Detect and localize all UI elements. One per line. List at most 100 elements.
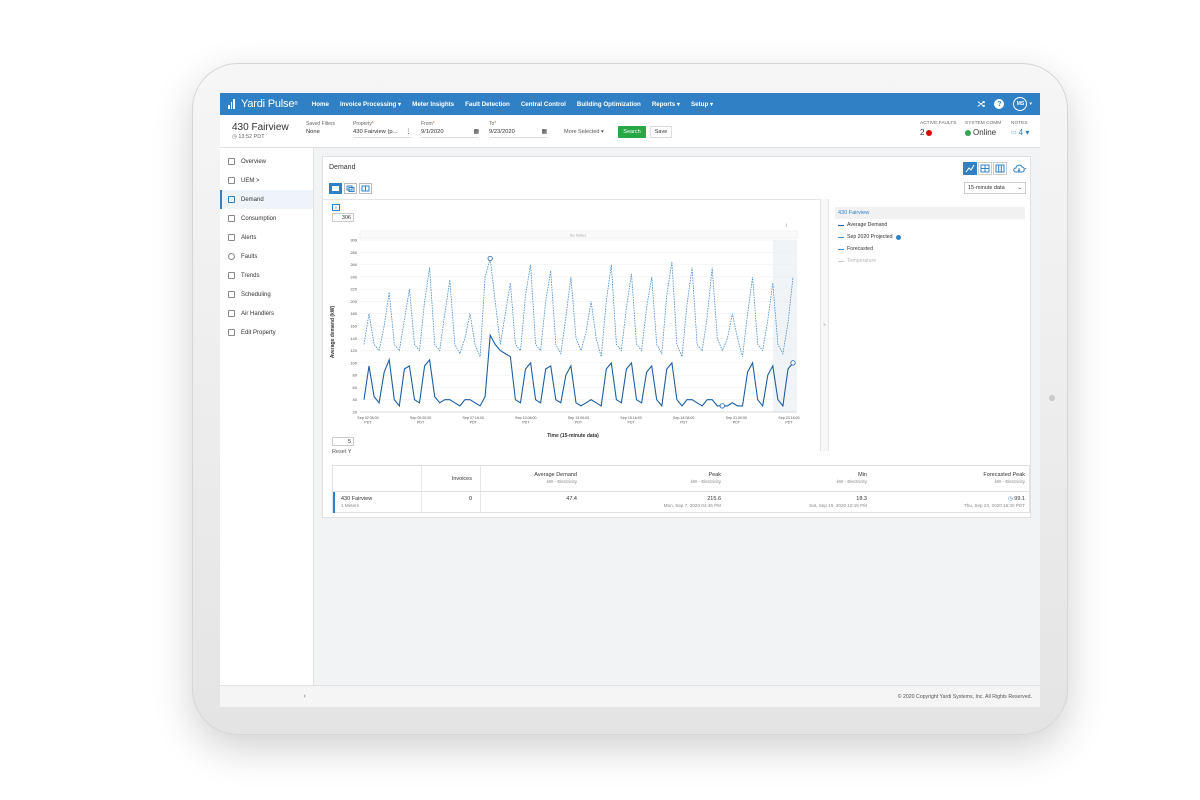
from-date-value: 9/1/2020: [421, 129, 444, 135]
line-chart-toggle[interactable]: [963, 162, 977, 175]
nav-item-reports[interactable]: Reports ▾: [652, 101, 680, 108]
row-meter-count: 1 Meters: [341, 503, 359, 508]
y-tick-label: 100: [350, 360, 357, 365]
legend-header: 430 Fairview: [835, 207, 1025, 219]
table-view-toggle[interactable]: [993, 162, 1007, 175]
shuffle-icon[interactable]: [977, 100, 986, 108]
saved-filters[interactable]: Saved Filters None: [306, 121, 346, 137]
overview-icon: [228, 158, 235, 165]
sidebar-item-air-handlers[interactable]: Air Handlers: [220, 304, 313, 323]
search-button[interactable]: Search: [618, 126, 646, 138]
active-faults[interactable]: ACTIVE FAULTS 2: [920, 121, 956, 137]
column-label: Forecasted Peak: [983, 472, 1025, 478]
grid-view-toggle[interactable]: [978, 162, 992, 175]
y-tick-label: 140: [350, 336, 357, 341]
legend-item-average-demand[interactable]: Average Demand: [835, 219, 1025, 231]
row-invoices: 0: [468, 496, 472, 502]
note-icon: ▭: [1011, 130, 1017, 136]
sidebar-item-overview[interactable]: Overview: [220, 152, 313, 171]
chart-area: Y 306 20 40 60 80 100 120 140 160 180 200 220 240 26…: [323, 199, 821, 451]
reset-y-button[interactable]: Reset Y: [332, 449, 351, 455]
sidebar-item-demand[interactable]: Demand: [220, 190, 313, 209]
nav-item-building-optimization[interactable]: Building Optimization: [577, 101, 641, 108]
property-select[interactable]: Property* 430 Fairview (p... ⋮: [353, 121, 411, 138]
sidebar-collapse-button[interactable]: ‹: [220, 685, 314, 707]
nav-item-meter-insights[interactable]: Meter Insights: [412, 101, 454, 108]
y-tick-label: 300: [350, 238, 357, 243]
x-tick-sub-label: PDT: [364, 421, 372, 425]
series-marker-end[interactable]: [790, 360, 796, 366]
sidebar-item-faults[interactable]: Faults: [220, 247, 313, 266]
legend-label: Average Demand: [847, 222, 888, 228]
x-tick-label: Sep 10 08:00: [515, 416, 536, 420]
x-tick-label: Sep 13 00:00: [568, 416, 589, 420]
sidebar-item-scheduling[interactable]: Scheduling: [220, 285, 313, 304]
info-icon[interactable]: [895, 234, 901, 240]
peak-value: 215.6: [707, 496, 721, 502]
column-header-peak: Peak kW - Electricity: [623, 472, 721, 484]
lock-icon[interactable]: Y: [332, 204, 340, 211]
sidebar-item-uem[interactable]: UEM >: [220, 171, 313, 190]
more-selected-dropdown[interactable]: More Selected ▾: [564, 129, 604, 135]
chart-legend: 430 Fairview Average Demand Sep 2020 Pro…: [835, 207, 1025, 267]
copy-icon: [346, 185, 355, 192]
column-unit: kW - Electricity: [546, 479, 577, 484]
notes[interactable]: NOTES ▭ 4 ▾: [1011, 121, 1029, 137]
sidebar-item-consumption[interactable]: Consumption: [220, 209, 313, 228]
top-nav: Yardi Pulse ® Home Invoice Processing ▾ M…: [220, 93, 1040, 115]
help-icon[interactable]: ?: [994, 99, 1005, 109]
nav-item-home[interactable]: Home: [312, 101, 329, 108]
y-axis-title: Average demand (kW): [330, 306, 336, 359]
to-date-field[interactable]: To* 9/23/2020 ▦: [489, 121, 547, 138]
legend-item-temperature[interactable]: Temperature: [835, 255, 1025, 267]
sidebar-item-edit-property[interactable]: Edit Property: [220, 323, 313, 342]
sidebar-item-alerts[interactable]: Alerts: [220, 228, 313, 247]
series-marker-min[interactable]: [719, 403, 725, 409]
solid-line-swatch: [838, 224, 844, 226]
from-date-field[interactable]: From* 9/1/2020 ▦: [421, 121, 479, 138]
schedule-icon: [228, 291, 235, 298]
local-time: ◷ 13:52 PDT: [232, 134, 289, 140]
panel-splitter[interactable]: »: [821, 199, 829, 451]
column-header-min: Min kW - Electricity: [763, 472, 867, 484]
calendar-icon[interactable]: ▦: [474, 129, 479, 135]
property-heading: 430 Fairview ◷ 13:52 PDT: [232, 122, 289, 140]
x-axis-title: Time (15-minute data): [547, 433, 599, 439]
y-tick-label: 280: [350, 250, 357, 255]
column-header-average-demand: Average Demand kW - Electricity: [483, 472, 577, 484]
nav-item-invoice-processing[interactable]: Invoice Processing ▾: [340, 101, 401, 108]
compare-view-button[interactable]: [344, 183, 357, 194]
average-demand-line: [363, 333, 794, 408]
system-comm: SYSTEM COMM Online: [965, 121, 1001, 137]
series-marker-max[interactable]: [487, 255, 493, 262]
nav-item-fault-detection[interactable]: Fault Detection: [465, 101, 510, 108]
interval-select[interactable]: 15-minute data ⌄: [964, 182, 1026, 194]
logo[interactable]: Yardi Pulse ®: [228, 98, 298, 110]
logo-registered: ®: [294, 101, 298, 107]
single-meter-view-button[interactable]: [329, 183, 342, 194]
forecast-line-swatch: [838, 248, 844, 250]
legend-item-projected[interactable]: Sep 2020 Projected: [835, 231, 1025, 243]
nav-item-setup[interactable]: Setup ▾: [691, 101, 713, 108]
y-max-input[interactable]: 306: [332, 213, 354, 222]
kebab-icon[interactable]: ⋮: [405, 129, 411, 135]
required-mark: *: [371, 121, 374, 127]
active-faults-count: 2: [920, 128, 925, 137]
y-tick-label: 180: [350, 311, 357, 316]
user-menu[interactable]: MS ▾: [1013, 97, 1032, 111]
split-view-button[interactable]: [359, 183, 372, 194]
nav-item-central-control[interactable]: Central Control: [521, 101, 566, 108]
air-handler-icon: [228, 310, 235, 317]
legend-item-forecasted[interactable]: Forecasted: [835, 243, 1025, 255]
y-min-input[interactable]: 5: [332, 437, 354, 446]
x-tick-sub-label: PDT: [733, 421, 741, 425]
calendar-icon[interactable]: ▦: [542, 129, 547, 135]
edit-icon: [228, 329, 235, 336]
sidebar-item-trends[interactable]: Trends: [220, 266, 313, 285]
chart-info-icon[interactable]: i: [786, 223, 787, 229]
y-tick-label: 20: [353, 410, 358, 415]
table-row[interactable]: 430 Fairview 1 Meters 0 47.4 215.6 Mon, Se…: [333, 492, 1029, 513]
save-button[interactable]: Save: [650, 126, 672, 138]
download-menu[interactable]: [1013, 164, 1027, 176]
property-label: Property: [353, 121, 372, 127]
